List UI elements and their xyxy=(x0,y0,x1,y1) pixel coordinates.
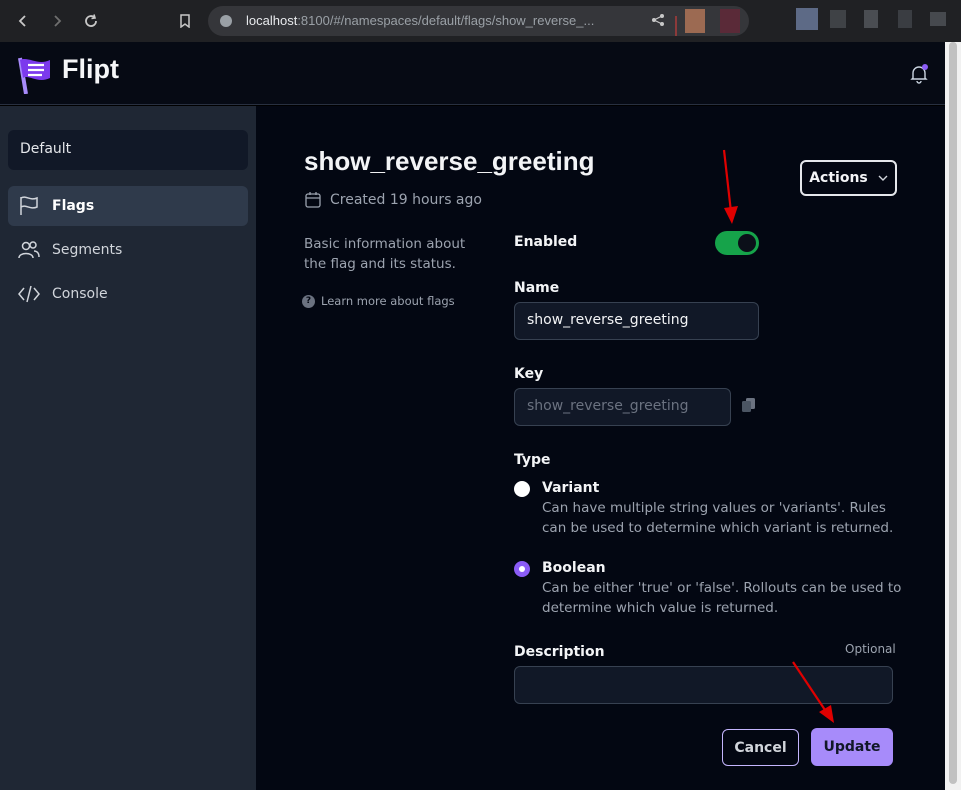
annotation-arrow-icon xyxy=(722,149,738,224)
extension-icon[interactable] xyxy=(720,9,740,33)
page-title: show_reverse_greeting xyxy=(304,146,595,176)
variant-title: Variant xyxy=(542,480,600,496)
sidebar-item-segments[interactable]: Segments xyxy=(8,230,248,270)
profile-avatar[interactable] xyxy=(796,8,818,30)
browser-toolbar: localhost:8100/#/namespaces/default/flag… xyxy=(0,0,961,42)
divider xyxy=(675,16,677,36)
enabled-label: Enabled xyxy=(514,234,578,250)
section-description: Basic information about the flag and its… xyxy=(304,236,466,272)
boolean-description: Can be either 'true' or 'false'. Rollout… xyxy=(542,580,902,616)
namespace-selector[interactable]: Default xyxy=(8,130,248,170)
enabled-toggle[interactable] xyxy=(715,231,759,255)
sidebar-item-flags[interactable]: Flags xyxy=(8,186,248,226)
users-icon xyxy=(18,241,40,259)
name-input[interactable]: show_reverse_greeting xyxy=(514,302,759,340)
extension-icon[interactable] xyxy=(898,10,912,28)
optional-hint: Optional xyxy=(845,642,896,656)
sidebar-item-label: Segments xyxy=(52,242,123,258)
sidebar-item-label: Flags xyxy=(52,198,95,214)
type-label: Type xyxy=(514,452,551,468)
name-label: Name xyxy=(514,280,560,296)
description-label: Description xyxy=(514,644,605,660)
cancel-button[interactable]: Cancel xyxy=(722,729,799,766)
copy-icon[interactable] xyxy=(740,396,758,418)
update-button[interactable]: Update xyxy=(811,728,893,766)
variant-radio[interactable] xyxy=(514,481,530,497)
key-label: Key xyxy=(514,366,544,382)
extension-icon[interactable] xyxy=(830,10,846,28)
back-icon[interactable] xyxy=(11,9,35,33)
actions-button[interactable]: Actions xyxy=(800,160,897,196)
toggle-knob xyxy=(738,234,756,252)
flag-icon xyxy=(20,196,38,215)
variant-description: Can have multiple string values or 'vari… xyxy=(542,500,894,536)
key-input[interactable]: show_reverse_greeting xyxy=(514,388,731,426)
main-content: show_reverse_greeting Created 19 hours a… xyxy=(256,106,945,790)
code-icon xyxy=(18,285,40,303)
forward-icon[interactable] xyxy=(45,9,69,33)
chevron-down-icon xyxy=(878,175,888,181)
boolean-radio[interactable] xyxy=(514,561,530,577)
scrollbar[interactable] xyxy=(945,42,961,790)
site-info-icon[interactable] xyxy=(220,15,232,27)
question-icon: ? xyxy=(302,294,315,308)
reload-icon[interactable] xyxy=(79,9,103,33)
share-icon[interactable] xyxy=(651,13,665,31)
scroll-thumb[interactable] xyxy=(949,42,957,784)
address-bar[interactable]: localhost:8100/#/namespaces/default/flag… xyxy=(208,6,749,36)
extension-icon[interactable] xyxy=(685,9,705,33)
learn-more-link[interactable]: ? Learn more about flags xyxy=(302,294,455,308)
url-text: localhost:8100/#/namespaces/default/flag… xyxy=(246,13,595,28)
created-timestamp: Created 19 hours ago xyxy=(304,191,482,209)
description-input[interactable] xyxy=(514,666,893,704)
sidebar-item-console[interactable]: Console xyxy=(8,274,248,314)
menu-icon[interactable] xyxy=(930,12,946,26)
app-name[interactable]: Flipt xyxy=(62,54,119,85)
sidebar-item-label: Console xyxy=(52,286,108,302)
sidebar: Default Flags Segments Console xyxy=(0,106,256,790)
flipt-logo-icon[interactable] xyxy=(16,56,54,98)
extension-icon[interactable] xyxy=(864,10,878,28)
boolean-title: Boolean xyxy=(542,560,606,576)
bookmark-icon[interactable] xyxy=(173,9,197,33)
notification-bell-icon[interactable] xyxy=(909,64,929,84)
app-header: Flipt xyxy=(0,42,945,105)
calendar-icon xyxy=(305,192,321,208)
